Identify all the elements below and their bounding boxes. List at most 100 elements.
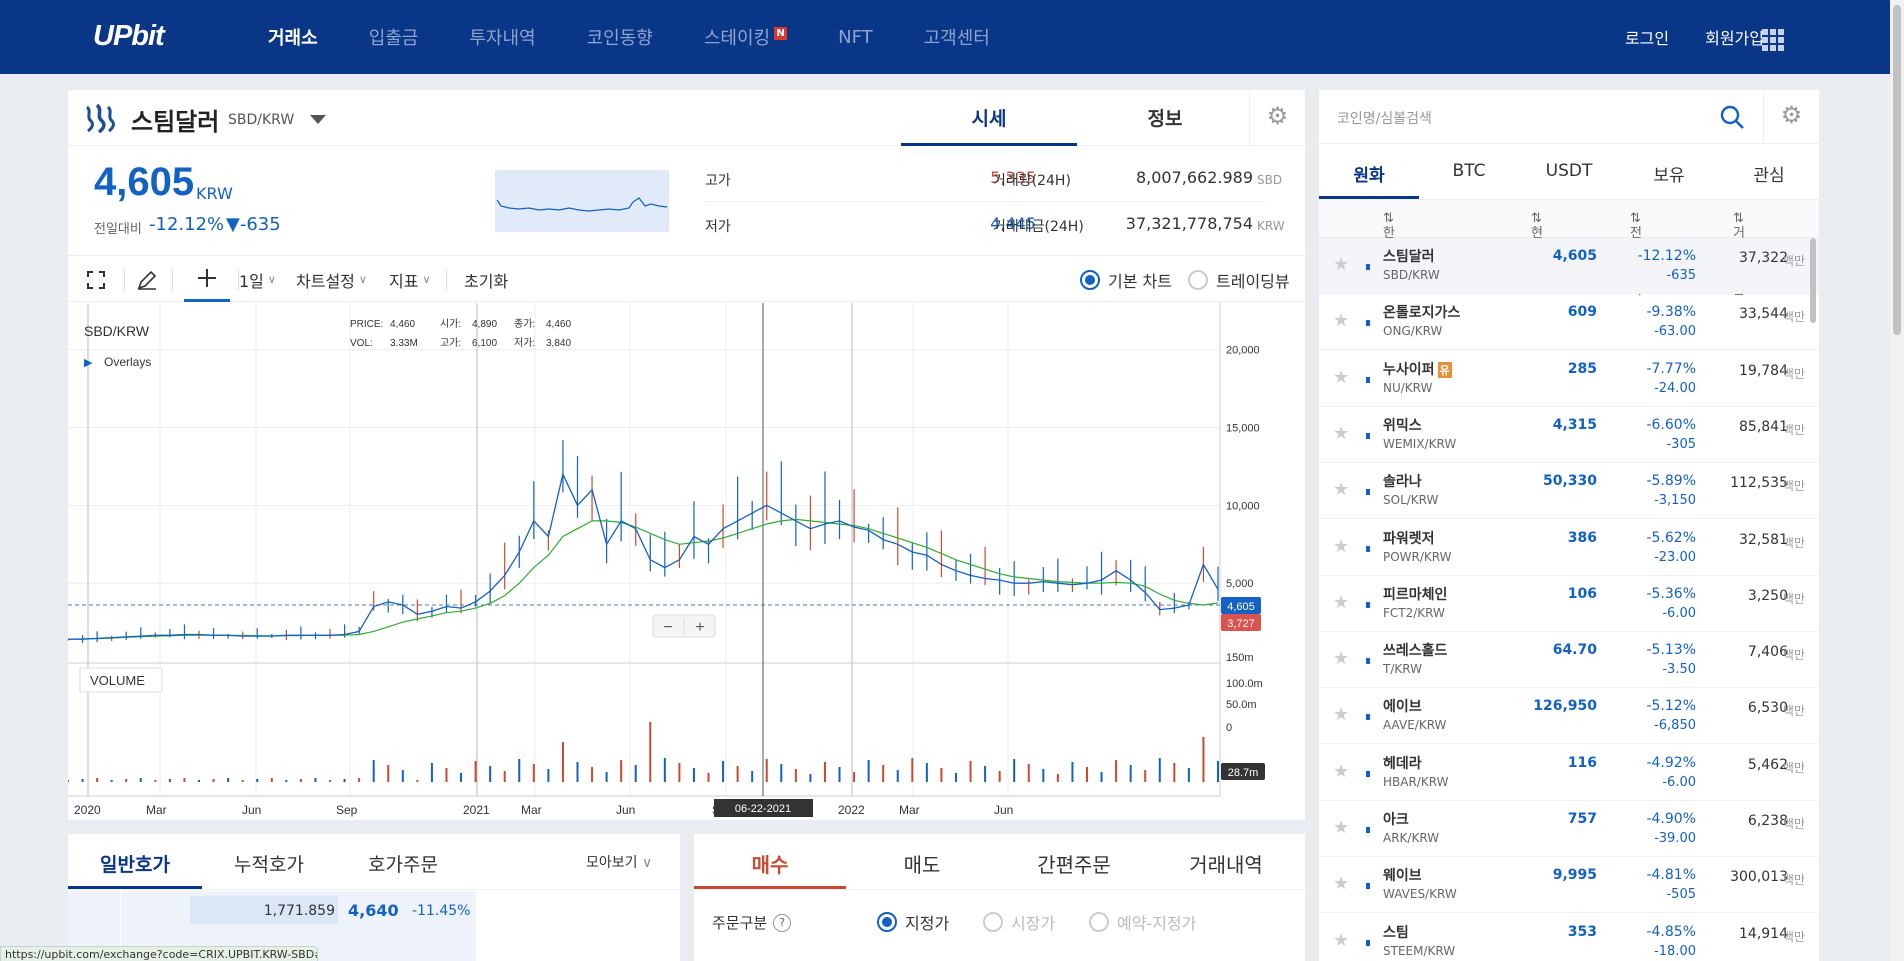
market-row[interactable]: ★ 온톨로지가스 ONG/KRW 609 -9.38% -63.00 33,544 백만 [1319,294,1819,351]
tab-orderbook-cumulative[interactable]: 누적호가 [202,834,336,889]
market-row[interactable]: ★ 누사이퍼 유 NU/KRW 285 -7.77% -24.00 19,784 백만 [1319,351,1819,407]
col-price-sort[interactable]: 현재가 ⇅ [1531,211,1543,279]
star-icon[interactable]: ★ [1333,817,1349,838]
market-order-radio[interactable]: 시장가 [983,910,1055,934]
overlays-arrow-icon[interactable]: ▶ [84,357,93,369]
market-row[interactable]: ★ 스팀 STEEM/KRW 353 -4.85% -18.00 14,914 백만 [1319,914,1819,961]
star-icon[interactable]: ★ [1333,536,1349,557]
tab-buy[interactable]: 매수 [694,834,846,889]
star-icon[interactable]: ★ [1333,873,1349,894]
star-icon[interactable]: ★ [1333,254,1349,275]
col-name-sort[interactable]: 한글명 ⇅ [1383,211,1395,279]
grid-icon[interactable] [1762,29,1784,51]
nav-staking[interactable]: 스테이킹 N [704,24,788,50]
market-row[interactable]: ★ 스팀달러 SBD/KRW 4,605 -12.12% -635 37,322 백만 [1319,238,1819,294]
nav-exchange[interactable]: 거래소 [268,24,318,50]
trade-value-unit: 백만 [1782,310,1805,325]
star-icon[interactable]: ★ [1333,930,1349,951]
nav-investments[interactable]: 투자내역 [469,24,535,50]
upbit-logo[interactable]: UPbit [93,20,165,53]
search-input[interactable]: 코인명/심볼검색 [1337,108,1432,128]
nav-trends[interactable]: 코인동향 [587,24,653,50]
tab-info[interactable]: 정보 [1077,90,1253,146]
tab-orderbook-general[interactable]: 일반호가 [68,834,202,889]
coin-pair: ONG/KRW [1383,324,1443,339]
tab-btc[interactable]: BTC [1419,144,1519,199]
volume-bar [547,769,550,782]
volume-bar [663,758,666,782]
nav-nft[interactable]: NFT [838,27,873,48]
nav-deposit[interactable]: 입출금 [369,24,419,50]
tab-usdt[interactable]: USDT [1519,144,1619,199]
chart-settings-dropdown[interactable]: 차트설정 ∨ [296,257,367,302]
tab-orderbook-order[interactable]: 호가주문 [336,834,470,889]
crosshair-icon[interactable] [184,257,230,302]
coin-change-rate: -5.89% [1646,473,1696,490]
tab-quick-order[interactable]: 간편주문 [998,834,1150,889]
search-icon[interactable] [1719,104,1745,130]
interval-dropdown[interactable]: 1일 ∨ [239,257,276,302]
market-settings-gear-icon[interactable]: ⚙ [1763,90,1819,144]
draw-pencil-icon[interactable] [136,257,158,302]
reset-button[interactable]: 초기화 [464,257,508,302]
market-row[interactable]: ★ 파워렛저 POWR/KRW 386 -5.62% -23.00 32,581 백만 [1319,520,1819,576]
star-icon[interactable]: ★ [1333,479,1349,500]
star-icon[interactable]: ★ [1333,592,1349,613]
coin-dropdown-caret-icon[interactable] [310,115,326,124]
basic-chart-radio[interactable]: 기본 차트 [1080,257,1172,302]
star-icon[interactable]: ★ [1333,761,1349,782]
view-mode-dropdown[interactable]: 모아보기 ∨ [586,852,652,872]
page-scrollbar[interactable] [1890,0,1904,961]
coin-search[interactable]: 코인명/심볼검색 ⚙ [1319,90,1819,144]
market-row[interactable]: ★ 위믹스 WEMIX/KRW 4,315 -6.60% -305 85,841 백만 [1319,407,1819,463]
tab-trade-history[interactable]: 거래내역 [1150,834,1302,889]
price-chart-svg[interactable]: 20,000 15,000 10,000 5,000 150m 100.0m 50.0m 0… [67,303,1305,820]
market-row[interactable]: ★ 웨이브 WAVES/KRW 9,995 -4.81% -505 300,013 백만 [1319,857,1819,914]
star-icon[interactable]: ★ [1333,704,1349,725]
zoom-controls[interactable]: − + [652,614,716,638]
market-row[interactable]: ★ 아크 ARK/KRW 757 -4.90% -39.00 6,238 백만 [1319,801,1819,857]
limit-order-radio[interactable]: 지정가 [877,910,949,934]
coin-change-rate: -4.92% [1646,754,1696,771]
page-scrollbar-thumb[interactable] [1893,5,1901,335]
volume-bar [1202,737,1205,782]
tradingview-radio[interactable]: 트레이딩뷰 [1188,257,1290,302]
login-link[interactable]: 로그인 [1625,25,1669,49]
chart-settings-gear-icon[interactable]: ⚙ [1249,90,1305,146]
zoom-out-button[interactable]: − [663,619,672,636]
tab-holdings[interactable]: 보유 [1619,144,1719,199]
market-row[interactable]: ★ 헤데라 HBAR/KRW 116 -4.92% -6.00 5,462 백만 [1319,745,1819,801]
market-row[interactable]: ★ 에이브 AAVE/KRW 126,950 -5.12% -6,850 6,530 백만 [1319,688,1819,745]
market-row[interactable]: ★ 솔라나 SOL/KRW 50,330 -5.89% -3,150 112,535 백만 [1319,463,1819,520]
price-chart[interactable]: 20,000 15,000 10,000 5,000 150m 100.0m 50.0m 0… [67,303,1305,820]
col-volume-sort[interactable]: 거래대금 ⇅ [1733,211,1745,298]
star-icon[interactable]: ★ [1333,423,1349,444]
nav-support[interactable]: 고객센터 [924,24,990,50]
indicator-dropdown[interactable]: 지표 ∨ [389,257,431,302]
volume-bar [227,778,230,782]
zoom-in-button[interactable]: + [695,619,704,636]
star-icon[interactable]: ★ [1333,310,1349,331]
tab-favorites[interactable]: 관심 [1719,144,1819,199]
reserved-order-radio[interactable]: 예약-지정가 [1089,910,1196,934]
market-row[interactable]: ★ 쓰레스홀드 T/KRW 64.70 -5.13% -3.50 7,406 백만 [1319,632,1819,689]
tab-krw[interactable]: 원화 [1319,144,1419,199]
col-change-sort[interactable]: 전일대비 ⇅ [1630,211,1642,298]
volume-bar [1042,769,1045,782]
volume-bar [722,761,725,782]
tab-sell[interactable]: 매도 [846,834,998,889]
coin-change-amount: -6,850 [1654,718,1696,734]
help-icon[interactable]: ? [773,913,792,932]
volume-bar [1013,759,1016,782]
fullscreen-icon[interactable] [86,257,106,302]
star-icon[interactable]: ★ [1333,367,1349,388]
market-row[interactable]: ★ 피르마체인 FCT2/KRW 106 -5.36% -6.00 3,250 백만 [1319,576,1819,632]
tab-quote[interactable]: 시세 [901,90,1077,146]
star-icon[interactable]: ★ [1333,648,1349,669]
nav-deposit-label: 입출금 [368,28,419,49]
signup-link[interactable]: 회원가입 [1705,25,1764,49]
volume-bar [183,778,186,782]
overlays-toggle[interactable]: Overlays [104,355,151,369]
x-tick-label: Mar [521,803,542,817]
market-list-scrollbar[interactable] [1810,238,1816,323]
